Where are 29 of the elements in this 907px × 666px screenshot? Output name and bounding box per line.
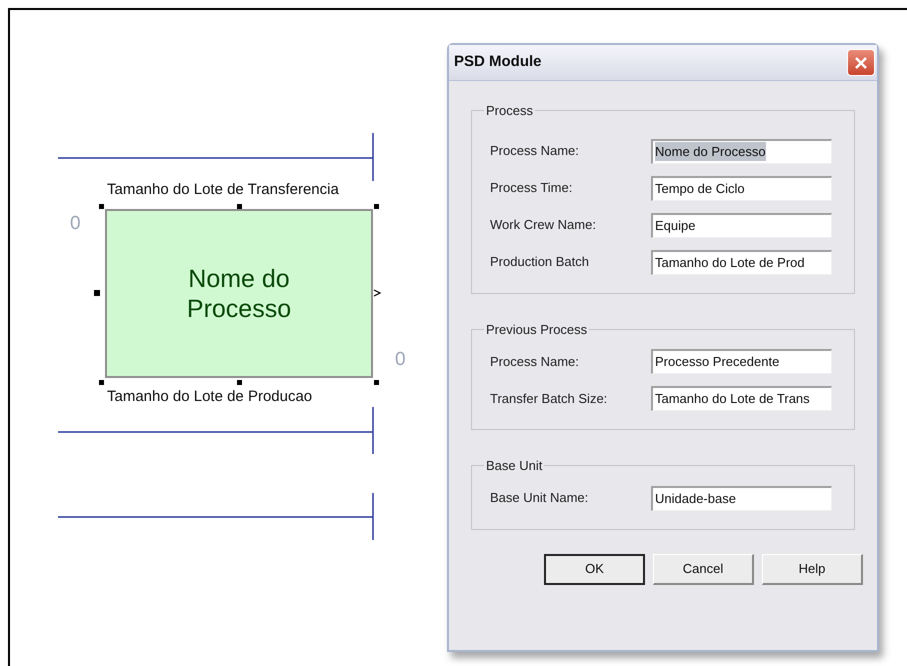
shape-label: Tamanho do Lote de Transferencia [107, 182, 339, 197]
process-box[interactable]: Nome do Processo [105, 209, 373, 378]
text-field[interactable]: Unidade-base [651, 486, 832, 510]
process-name: Nome do Processo [186, 264, 292, 324]
text-field[interactable]: Tempo de Ciclo [651, 176, 832, 200]
field-label: Base Unit Name: [490, 489, 590, 508]
field-label: Process Time: [490, 179, 574, 198]
field-label: Transfer Batch Size: [490, 390, 608, 408]
text-field[interactable]: Tamanho do Lote de Trans [651, 386, 832, 411]
group-title: Base Unit [485, 457, 544, 475]
window-title: PSD Module [453, 52, 542, 72]
text-field[interactable]: Processo Precedente [651, 349, 832, 374]
dialog-button[interactable]: Cancel [653, 554, 754, 584]
close-icon [854, 56, 868, 70]
count-label: 0 [70, 214, 81, 233]
field-label: Work Crew Name: [490, 216, 597, 234]
field-label: Process Name: [490, 352, 580, 371]
shape-label: Tamanho do Lote de Producao [107, 389, 312, 404]
text-field[interactable]: Tamanho do Lote de Prod [651, 250, 832, 274]
dialog-button[interactable]: OK [544, 554, 645, 584]
group-title: Process [485, 102, 534, 120]
close-button[interactable] [847, 49, 875, 76]
field-label: Process Name: [490, 142, 580, 160]
field-label: Production Batch [490, 253, 590, 272]
group-title: Previous Process [485, 320, 588, 338]
count-label: 0 [395, 350, 406, 369]
text-field[interactable]: Equipe [651, 212, 832, 238]
dialog-button[interactable]: Help [762, 554, 863, 584]
text-field[interactable]: Nome do Processo [651, 138, 832, 164]
